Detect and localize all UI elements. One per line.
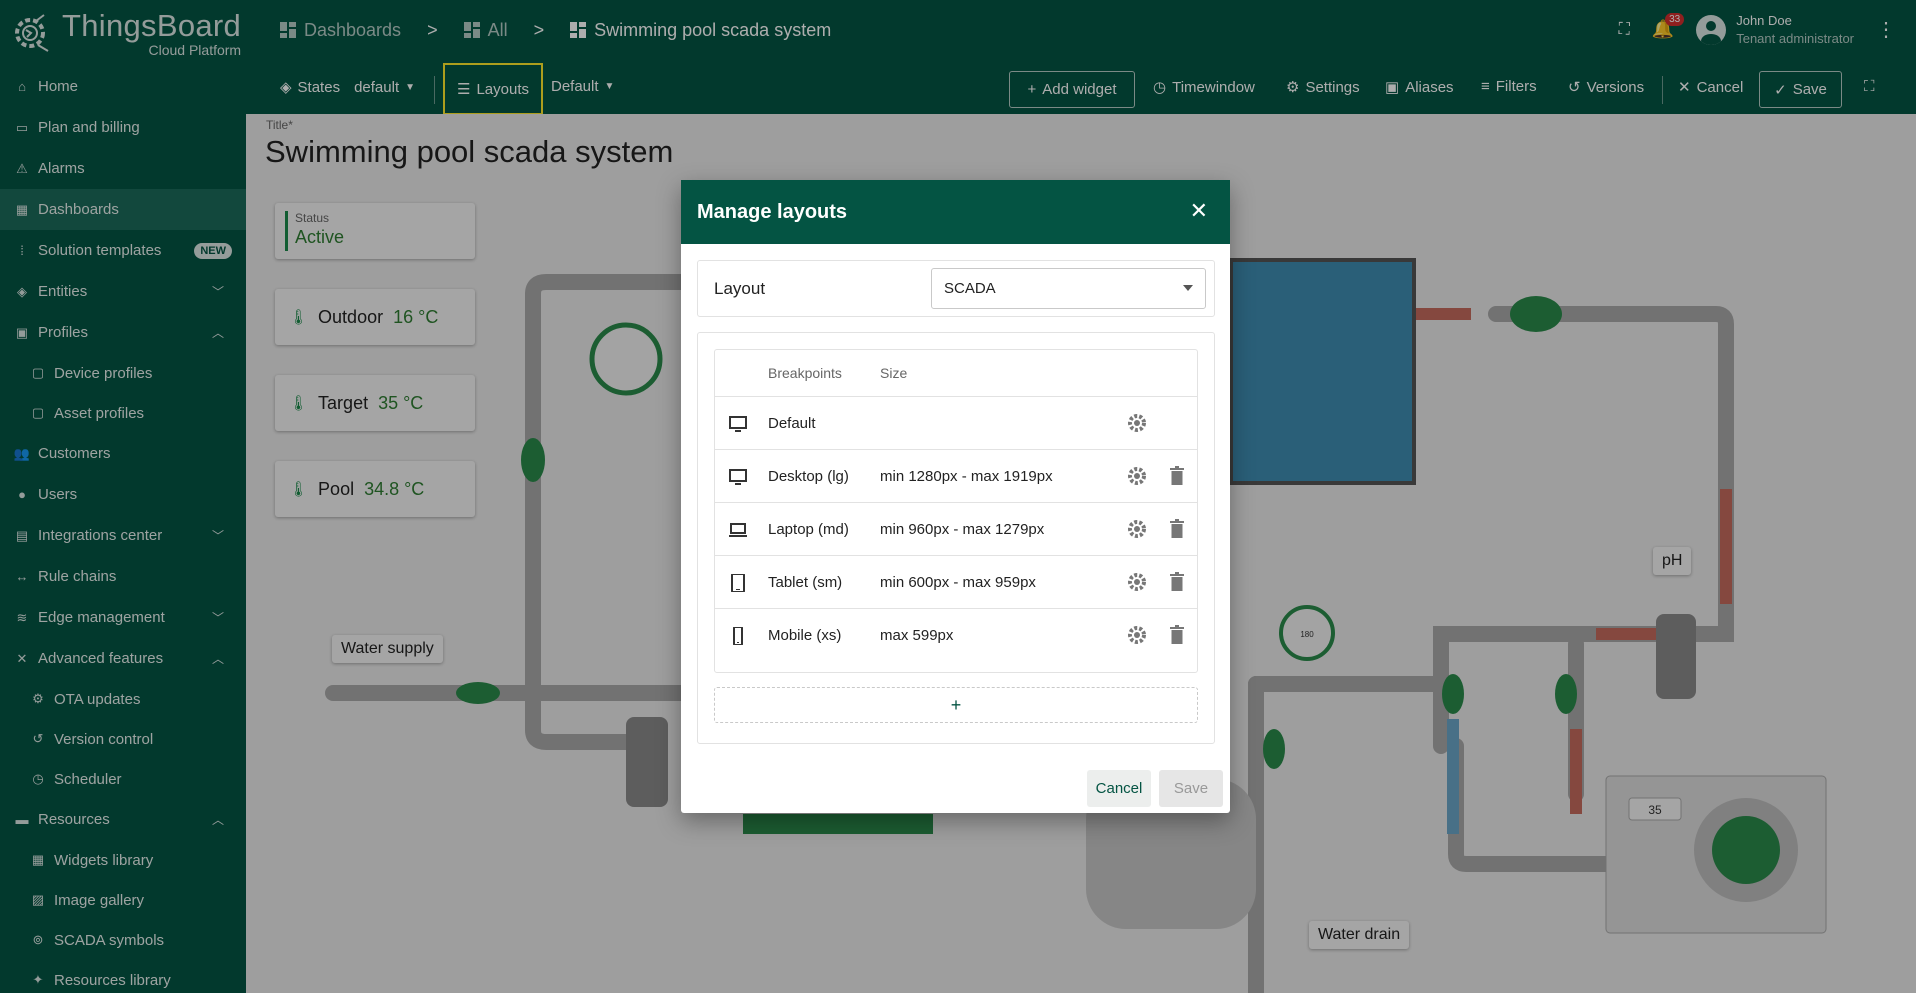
layout-select[interactable]: SCADA [931,268,1206,309]
dialog-save-button[interactable]: Save [1159,770,1223,807]
dialog-title: Manage layouts [697,200,848,223]
close-icon[interactable]: ✕ [1190,198,1208,224]
col-size: Size [880,365,908,381]
plus-icon: + [950,694,962,715]
trash-icon[interactable] [1170,466,1184,485]
breakpoint-row-laptop: Laptop (md) min 960px - max 1279px [715,503,1197,556]
breakpoint-row-desktop: Desktop (lg) min 1280px - max 1919px [715,450,1197,503]
mobile-icon [733,627,743,645]
gear-icon[interactable] [1127,625,1147,645]
laptop-icon [729,523,747,537]
trash-icon[interactable] [1170,625,1184,644]
breakpoints-panel: Breakpoints Size Default Desktop (lg) mi… [697,332,1215,744]
gear-icon[interactable] [1127,572,1147,592]
monitor-icon [729,416,747,432]
breakpoint-row-mobile: Mobile (xs) max 599px [715,609,1197,662]
layout-row: Layout SCADA [697,260,1215,317]
trash-icon[interactable] [1170,519,1184,538]
dialog-cancel-button[interactable]: Cancel [1087,770,1151,807]
layout-label: Layout [714,279,766,298]
dialog-header: Manage layouts ✕ [681,180,1230,244]
gear-icon[interactable] [1127,466,1147,486]
tablet-icon [731,574,745,592]
dropdown-arrow-icon [1183,285,1193,291]
breakpoints-table: Breakpoints Size Default Desktop (lg) mi… [714,349,1198,673]
gear-icon[interactable] [1127,413,1147,433]
table-header: Breakpoints Size [715,350,1197,397]
trash-icon[interactable] [1170,572,1184,591]
add-breakpoint-button[interactable]: + [714,687,1198,723]
breakpoint-row-tablet: Tablet (sm) min 600px - max 959px [715,556,1197,609]
desktop-icon [729,469,747,485]
breakpoint-row-default: Default [715,397,1197,450]
col-breakpoints: Breakpoints [768,365,842,381]
gear-icon[interactable] [1127,519,1147,539]
manage-layouts-dialog: Manage layouts ✕ Layout SCADA Breakpoint… [681,180,1230,813]
